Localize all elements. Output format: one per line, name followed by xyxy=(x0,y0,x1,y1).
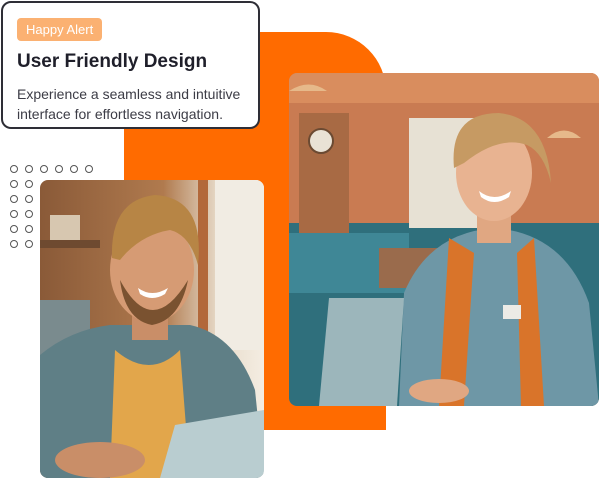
dot xyxy=(25,195,33,203)
smiling-woman-laptop-cafe-photo xyxy=(289,73,599,406)
smiling-man-laptop-photo xyxy=(40,180,264,478)
feature-card: Happy Alert User Friendly Design Experie… xyxy=(1,1,260,129)
dot xyxy=(10,225,18,233)
status-badge: Happy Alert xyxy=(17,18,103,41)
dot xyxy=(55,165,63,173)
dot xyxy=(70,165,78,173)
dot xyxy=(10,210,18,218)
dot xyxy=(10,240,18,248)
dot xyxy=(10,165,18,173)
card-title: User Friendly Design xyxy=(17,51,208,72)
dot xyxy=(25,240,33,248)
dot xyxy=(25,210,33,218)
dot xyxy=(40,165,48,173)
dot xyxy=(25,165,33,173)
card-description: Experience a seamless and intuitive inte… xyxy=(17,86,241,122)
dot xyxy=(25,180,33,188)
dot xyxy=(10,180,18,188)
dot xyxy=(85,165,93,173)
dot xyxy=(25,225,33,233)
dot xyxy=(10,195,18,203)
